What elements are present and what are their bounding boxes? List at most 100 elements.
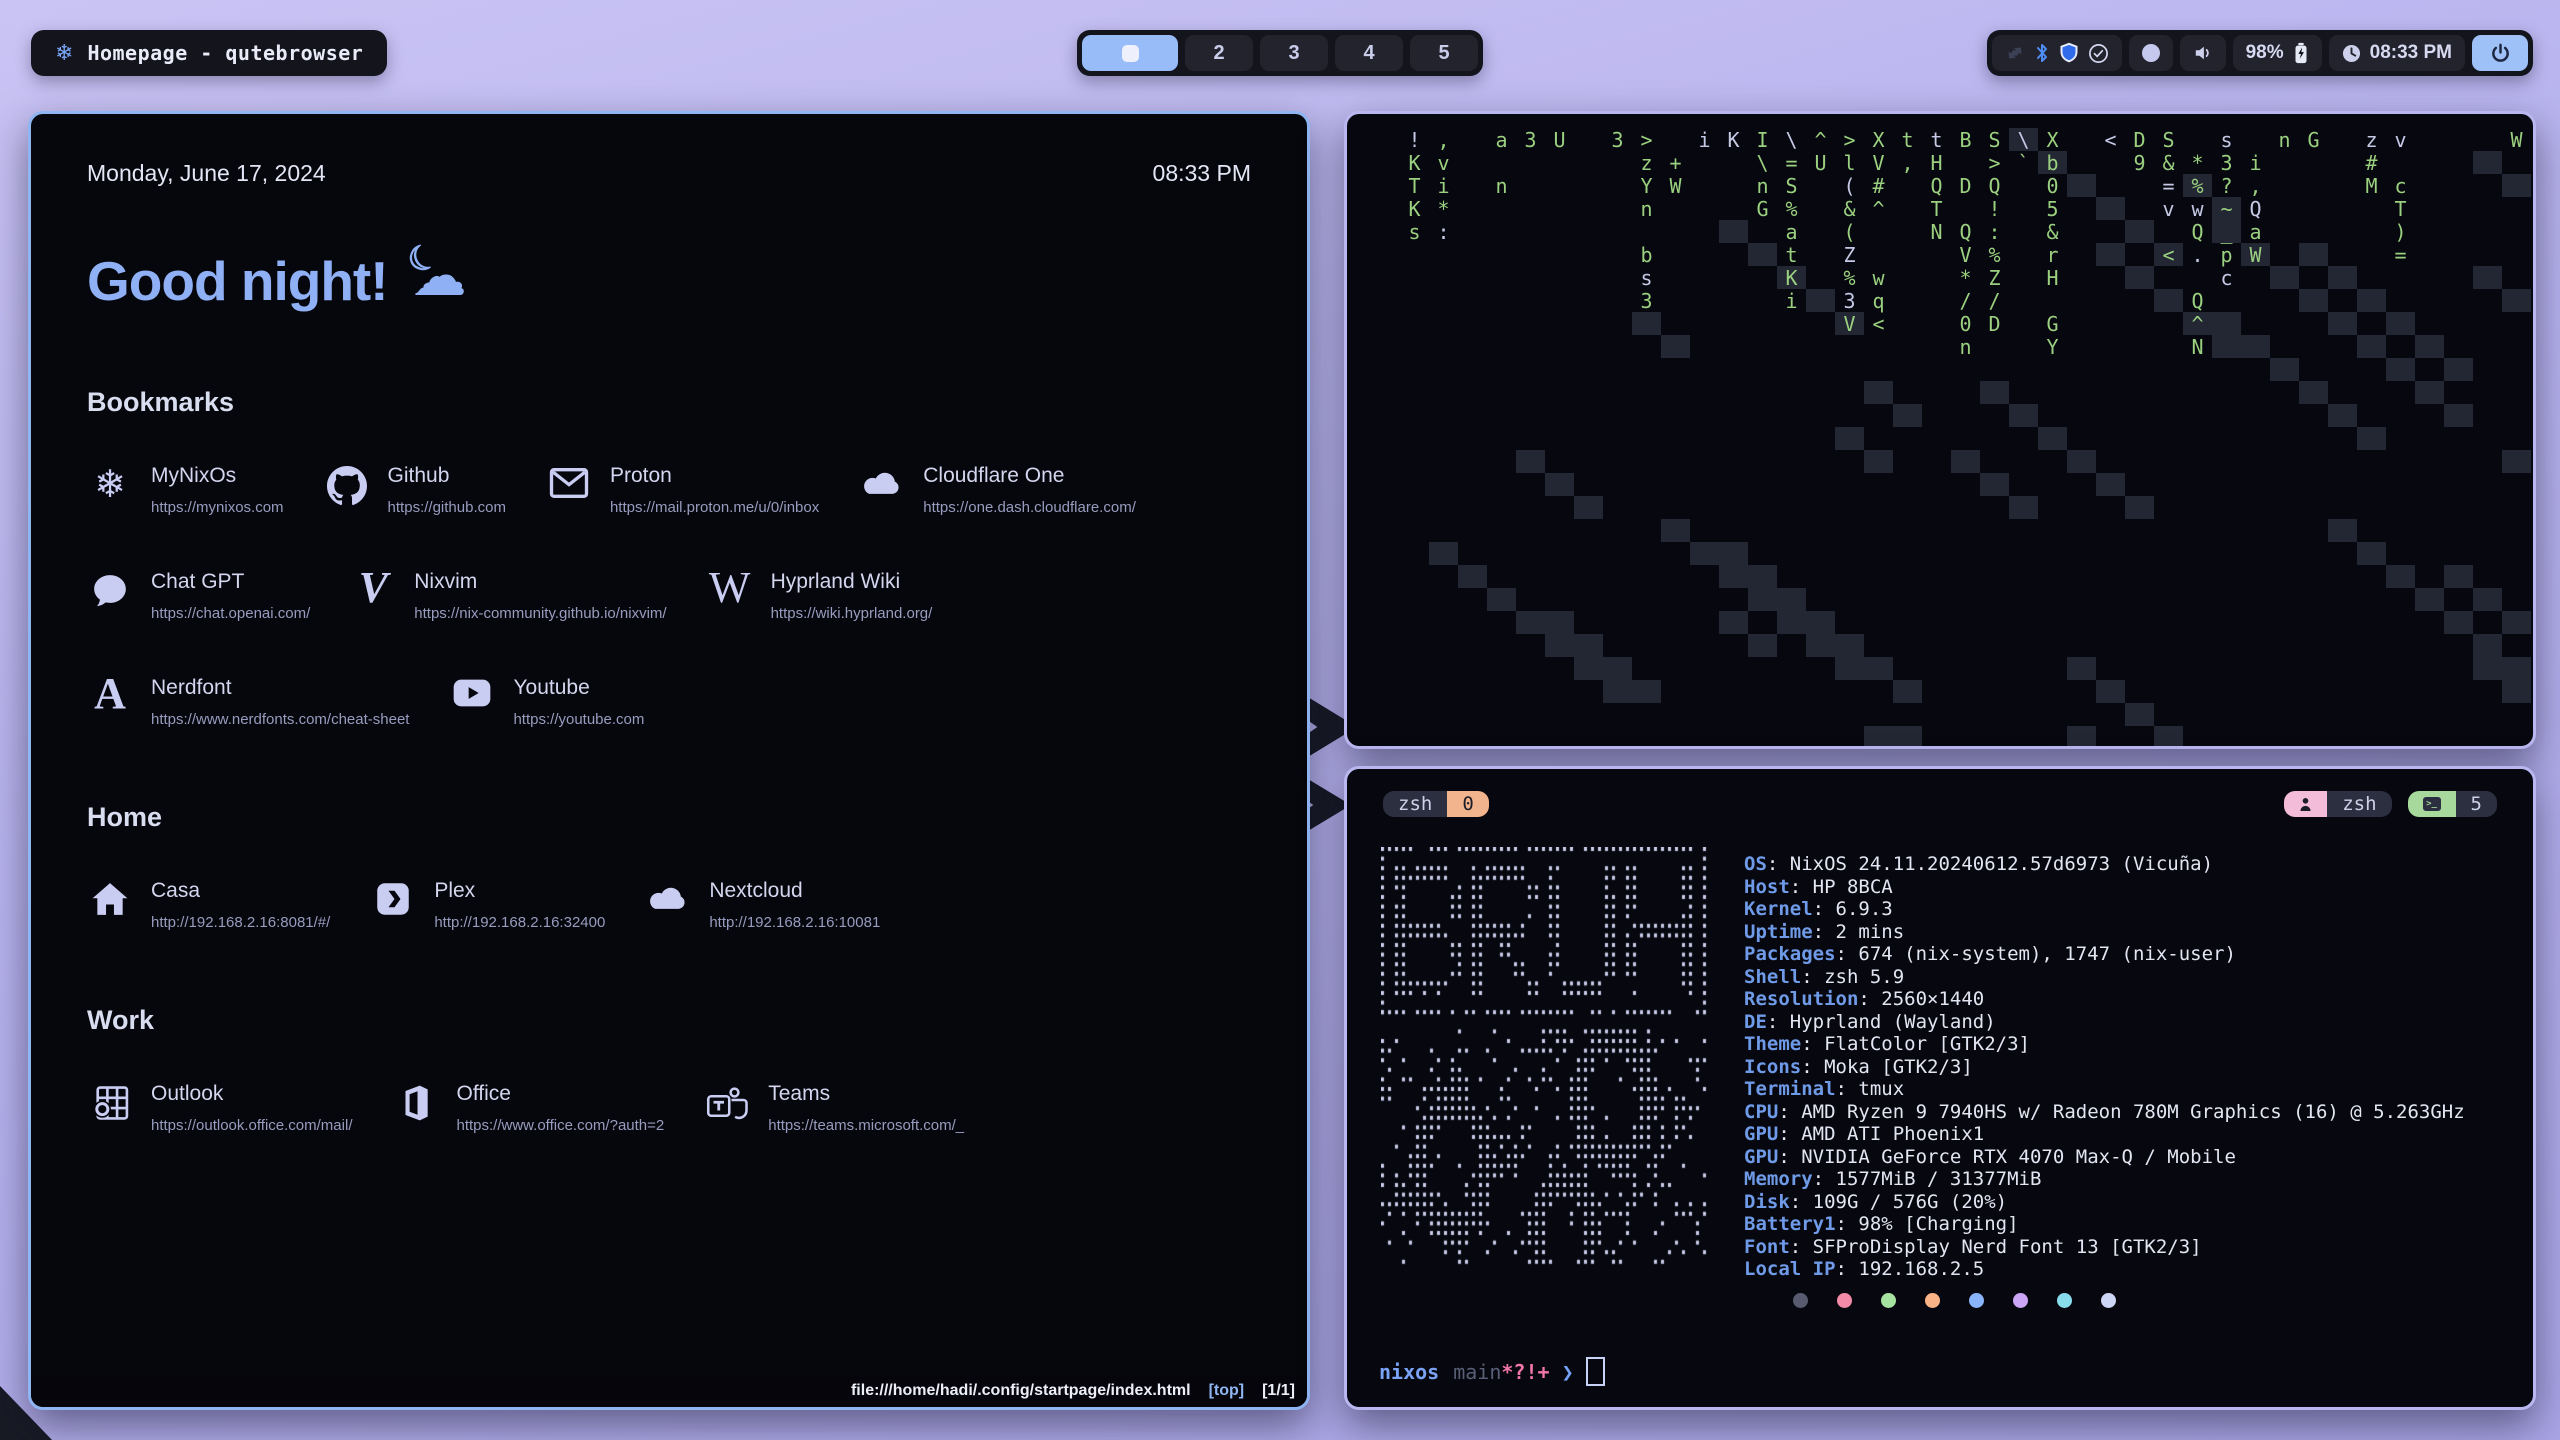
bookmark-url: https://outlook.office.com/mail/: [151, 1117, 352, 1134]
fastfetch-value: 192.168.2.5: [1858, 1258, 1984, 1280]
terminal-icon: >_: [2408, 791, 2456, 817]
fastfetch-value: 6.9.3: [1836, 898, 1893, 920]
fastfetch-line: Packages: 674 (nix-system), 1747 (nix-us…: [1744, 943, 2465, 966]
startpage-section: Bookmarks ❄ MyNixOs https://mynixos.com …: [87, 387, 1251, 728]
workspace-button-1[interactable]: [1082, 35, 1178, 71]
bookmark-url: https://wiki.hyprland.org/: [771, 605, 933, 622]
window-title: Homepage - qutebrowser: [87, 41, 363, 65]
speaker-icon: [2193, 44, 2213, 62]
tmux-shell-label[interactable]: zsh: [1383, 791, 1447, 817]
fastfetch-value: 98% [Charging]: [1858, 1213, 2018, 1235]
palette-dot: [1837, 1293, 1852, 1308]
bookmark-item[interactable]: Outlook https://outlook.office.com/mail/: [87, 1082, 352, 1134]
moon-cloud-icon: ☾☁: [406, 251, 470, 311]
fastfetch-value: 674 (nix-system), 1747 (nix-user): [1858, 943, 2236, 965]
bookmark-url: https://teams.microsoft.com/_: [768, 1117, 964, 1134]
fastfetch-line: Kernel: 6.9.3: [1744, 898, 2465, 921]
fastfetch-value: HP 8BCA: [1813, 876, 1893, 898]
tmux-session-name[interactable]: zsh: [2327, 791, 2391, 817]
power-button[interactable]: [2472, 35, 2528, 71]
fastfetch-value: 2 mins: [1836, 921, 1905, 943]
fastfetch-key: Resolution: [1744, 988, 1858, 1010]
bookmark-title: Office: [456, 1082, 664, 1106]
letter-w-icon: W: [707, 572, 753, 610]
clock-time: 08:33 PM: [2370, 42, 2452, 64]
bookmark-item[interactable]: Casa http://192.168.2.16:8081/#/: [87, 879, 330, 931]
qutebrowser-window[interactable]: Monday, June 17, 2024 08:33 PM Good nigh…: [28, 111, 1310, 1410]
fetch-terminal-window[interactable]: zsh 0 zsh >_ 5 OS: NixOS 24.11.20240612.…: [1344, 766, 2536, 1410]
tmux-pane-index[interactable]: 0: [1447, 791, 1488, 817]
fastfetch-key: Icons: [1744, 1056, 1801, 1078]
letter-v-icon: V: [350, 572, 396, 610]
bookmark-item[interactable]: Nextcloud http://192.168.2.16:10081: [645, 879, 880, 931]
bookmark-url: https://github.com: [388, 499, 506, 516]
fastfetch-key: Shell: [1744, 966, 1801, 988]
fastfetch-line: Uptime: 2 mins: [1744, 921, 2465, 944]
bookmark-url: https://mynixos.com: [151, 499, 284, 516]
palette-dot: [1881, 1293, 1896, 1308]
fastfetch-info: OS: NixOS 24.11.20240612.57d6973 (Vicuña…: [1744, 853, 2465, 1281]
bookmark-url: http://192.168.2.16:32400: [434, 914, 605, 931]
fastfetch-line: Disk: 109G / 576G (20%): [1744, 1191, 2465, 1214]
terminal-color-palette: [1793, 1293, 2116, 1308]
user-icon: [2284, 791, 2327, 817]
ascii-art-bruh: [1381, 847, 1711, 1277]
bookmark-title: Nerdfont: [151, 676, 409, 700]
bookmark-item[interactable]: Github https://github.com: [324, 464, 506, 516]
bookmark-title: Nixvim: [414, 570, 666, 594]
bookmark-item[interactable]: Teams https://teams.microsoft.com/_: [704, 1082, 964, 1134]
plex-chevron-icon: [370, 881, 416, 917]
bookmark-title: Hyprland Wiki: [771, 570, 933, 594]
status-url: file:///home/hadi/.config/startpage/inde…: [851, 1382, 1191, 1400]
matrix-terminal-window[interactable]: !KTKs,vi*:an3U3>zYnbs3+WiKI\nG\=S%atKi^U…: [1344, 111, 2536, 749]
palette-dot: [2057, 1293, 2072, 1308]
fastfetch-value: AMD Ryzen 9 7940HS w/ Radeon 780M Graphi…: [1801, 1101, 2464, 1123]
fastfetch-line: GPU: NVIDIA GeForce RTX 4070 Max-Q / Mob…: [1744, 1146, 2465, 1169]
tmux-window-count[interactable]: 5: [2456, 791, 2497, 817]
shell-prompt[interactable]: nixos main *?!+ ❯: [1379, 1357, 1605, 1386]
workspace-button-3[interactable]: 3: [1260, 35, 1328, 71]
fastfetch-key: Host: [1744, 876, 1790, 898]
battery-indicator[interactable]: 98%: [2233, 35, 2322, 71]
workspace-button-5[interactable]: 5: [1410, 35, 1478, 71]
greeting-text: Good night!: [87, 249, 388, 313]
bookmark-item[interactable]: W Hyprland Wiki https://wiki.hyprland.or…: [707, 570, 933, 622]
bookmark-title: Teams: [768, 1082, 964, 1106]
fastfetch-key: CPU: [1744, 1101, 1778, 1123]
fastfetch-line: Terminal: tmux: [1744, 1078, 2465, 1101]
recording-indicator[interactable]: [2129, 35, 2173, 71]
fastfetch-key: Kernel: [1744, 898, 1813, 920]
bookmark-url: http://192.168.2.16:8081/#/: [151, 914, 330, 931]
startpage: Monday, June 17, 2024 08:33 PM Good nigh…: [31, 114, 1307, 1407]
bookmark-item[interactable]: Youtube https://youtube.com: [449, 676, 644, 728]
tray-status-icons[interactable]: [1992, 35, 2122, 71]
fastfetch-line: Icons: Moka [GTK2/3]: [1744, 1056, 2465, 1079]
bookmark-item[interactable]: A Nerdfont https://www.nerdfonts.com/che…: [87, 676, 409, 728]
bookmark-item[interactable]: ❄ MyNixOs https://mynixos.com: [87, 464, 284, 516]
bookmark-title: Outlook: [151, 1082, 352, 1106]
bookmark-title: Github: [388, 464, 506, 488]
workspaces-widget: 2345: [1077, 30, 1483, 76]
bookmark-item[interactable]: Chat GPT https://chat.openai.com/: [87, 570, 310, 622]
bookmark-item[interactable]: Cloudflare One https://one.dash.cloudfla…: [859, 464, 1136, 516]
bookmark-url: https://nix-community.github.io/nixvim/: [414, 605, 666, 622]
bookmark-item[interactable]: Plex http://192.168.2.16:32400: [370, 879, 605, 931]
fastfetch-value: 1577MiB / 31377MiB: [1836, 1168, 2042, 1190]
shield-icon: [2059, 42, 2079, 64]
bookmark-title: Nextcloud: [709, 879, 880, 903]
fastfetch-key: Theme: [1744, 1033, 1801, 1055]
workspace-button-2[interactable]: 2: [1185, 35, 1253, 71]
fastfetch-line: Host: HP 8BCA: [1744, 876, 2465, 899]
bookmark-url: http://192.168.2.16:10081: [709, 914, 880, 931]
volume-control[interactable]: [2180, 35, 2226, 71]
clock[interactable]: 08:33 PM: [2329, 35, 2465, 71]
bookmark-item[interactable]: Office https://www.office.com/?auth=2: [392, 1082, 664, 1134]
bookmark-url: https://chat.openai.com/: [151, 605, 310, 622]
nixos-logo-icon: ❄: [55, 42, 73, 64]
office-icon: [392, 1084, 438, 1122]
bookmark-url: https://www.nerdfonts.com/cheat-sheet: [151, 711, 409, 728]
workspace-button-4[interactable]: 4: [1335, 35, 1403, 71]
bookmark-item[interactable]: Proton https://mail.proton.me/u/0/inbox: [546, 464, 819, 516]
tmux-status-left: zsh 0: [1383, 791, 1489, 817]
bookmark-item[interactable]: V Nixvim https://nix-community.github.io…: [350, 570, 666, 622]
